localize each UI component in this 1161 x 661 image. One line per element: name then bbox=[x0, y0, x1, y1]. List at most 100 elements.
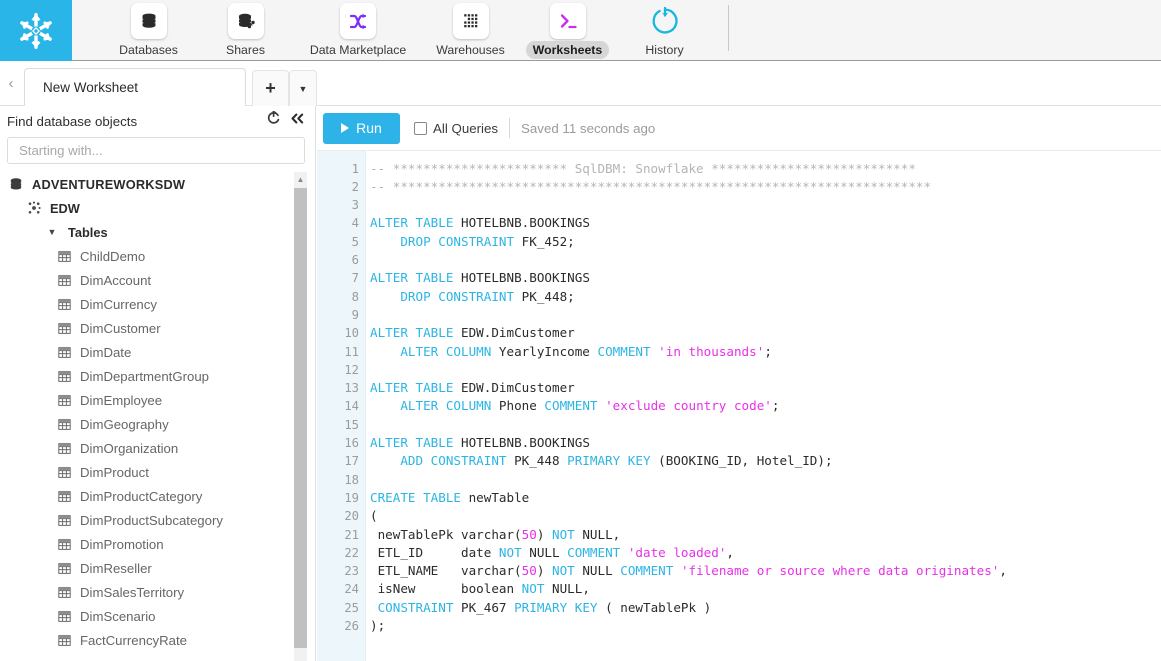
code-token: COMMENT bbox=[567, 545, 628, 560]
code-line[interactable]: ( bbox=[370, 507, 378, 525]
code-line[interactable]: CONSTRAINT PK_467 PRIMARY KEY ( newTable… bbox=[370, 599, 711, 617]
code-line[interactable]: newTablePk varchar(50) NOT NULL, bbox=[370, 526, 620, 544]
code-token: NOT bbox=[499, 545, 529, 560]
nav-item-warehouses[interactable]: Warehouses bbox=[422, 0, 519, 61]
tree-item-label: DimReseller bbox=[74, 561, 152, 576]
tree-item-dimpromotion[interactable]: DimPromotion bbox=[0, 532, 316, 556]
code-token: 'date loaded' bbox=[628, 545, 727, 560]
code-token: PRIMARY KEY bbox=[514, 600, 605, 615]
code-line[interactable]: ETL_ID date NOT NULL COMMENT 'date loade… bbox=[370, 544, 734, 562]
code-line[interactable] bbox=[370, 471, 378, 489]
scroll-up-arrow-icon[interactable]: ▲ bbox=[294, 172, 307, 186]
nav-item-shares[interactable]: Shares bbox=[197, 0, 294, 61]
tree-item-label: DimDepartmentGroup bbox=[74, 369, 209, 384]
code-line[interactable]: ); bbox=[370, 617, 385, 635]
run-button[interactable]: Run bbox=[323, 113, 400, 144]
tree-item-edw[interactable]: EDW bbox=[0, 196, 316, 220]
code-line[interactable]: ALTER TABLE HOTELBNB.BOOKINGS bbox=[370, 434, 590, 452]
tab-new-worksheet[interactable]: New Worksheet bbox=[24, 68, 246, 106]
sidebar-scrollbar[interactable]: ▲ bbox=[294, 172, 307, 661]
worksheet-menu-chevron-down-icon[interactable]: ▼ bbox=[289, 70, 317, 106]
snowflake-logo[interactable] bbox=[0, 0, 72, 61]
tree-item-dimcurrency[interactable]: DimCurrency bbox=[0, 292, 316, 316]
tree-item-dimemployee[interactable]: DimEmployee bbox=[0, 388, 316, 412]
tree-item-dimsalesterritory[interactable]: DimSalesTerritory bbox=[0, 580, 316, 604]
tree-item-tables[interactable]: ▼Tables bbox=[0, 220, 316, 244]
code-line[interactable]: ETL_NAME varchar(50) NOT NULL COMMENT 'f… bbox=[370, 562, 1007, 580]
sql-code-editor[interactable]: 1234567891011121314151617181920212223242… bbox=[317, 151, 1161, 661]
sidebar-header: Find database objects bbox=[0, 106, 315, 136]
code-token: PK_448; bbox=[522, 289, 575, 304]
tree-item-dimproductcategory[interactable]: DimProductCategory bbox=[0, 484, 316, 508]
code-token: 'in thousands' bbox=[658, 344, 764, 359]
code-line[interactable] bbox=[370, 416, 378, 434]
add-worksheet-button[interactable]: + bbox=[252, 70, 289, 106]
nav-item-worksheets[interactable]: Worksheets bbox=[519, 0, 616, 61]
code-token: , bbox=[999, 563, 1007, 578]
all-queries-label: All Queries bbox=[433, 121, 498, 136]
code-line[interactable]: ALTER COLUMN Phone COMMENT 'exclude coun… bbox=[370, 397, 779, 415]
tree-item-childdemo[interactable]: ChildDemo bbox=[0, 244, 316, 268]
tree-item-dimdepartmentgroup[interactable]: DimDepartmentGroup bbox=[0, 364, 316, 388]
code-line[interactable]: ADD CONSTRAINT PK_448 PRIMARY KEY (BOOKI… bbox=[370, 452, 833, 470]
nav-item-history[interactable]: History bbox=[616, 0, 713, 61]
line-number: 1 bbox=[317, 160, 359, 178]
collapse-sidebar-double-chevron-left-icon[interactable] bbox=[290, 112, 305, 127]
tree-item-dimorganization[interactable]: DimOrganization bbox=[0, 436, 316, 460]
database-icon bbox=[6, 177, 26, 191]
refresh-icon[interactable] bbox=[267, 111, 280, 127]
tree-item-dimdate[interactable]: DimDate bbox=[0, 340, 316, 364]
code-line[interactable] bbox=[370, 361, 378, 379]
code-line[interactable]: ALTER TABLE HOTELBNB.BOOKINGS bbox=[370, 269, 590, 287]
code-line[interactable]: ALTER TABLE EDW.DimCustomer bbox=[370, 379, 575, 397]
tree-item-label: DimCustomer bbox=[74, 321, 161, 336]
tree-item-label: DimPromotion bbox=[74, 537, 164, 552]
code-token: ; bbox=[772, 398, 780, 413]
line-number: 5 bbox=[317, 233, 359, 251]
scrollbar-thumb[interactable] bbox=[294, 188, 307, 648]
tree-item-dimaccount[interactable]: DimAccount bbox=[0, 268, 316, 292]
tab-scroll-left-chevron-left-icon[interactable]: ‹ bbox=[3, 74, 19, 92]
tree-item-dimreseller[interactable]: DimReseller bbox=[0, 556, 316, 580]
tree-item-factcurrencyrate[interactable]: FactCurrencyRate bbox=[0, 628, 316, 652]
database-search-box[interactable] bbox=[7, 137, 305, 164]
code-line[interactable] bbox=[370, 251, 378, 269]
tree-item-label: ChildDemo bbox=[74, 249, 145, 264]
code-token: COMMENT bbox=[544, 398, 605, 413]
tree-item-dimcustomer[interactable]: DimCustomer bbox=[0, 316, 316, 340]
line-number: 2 bbox=[317, 178, 359, 196]
code-line[interactable]: ALTER TABLE EDW.DimCustomer bbox=[370, 324, 575, 342]
code-token: COMMENT bbox=[620, 563, 681, 578]
line-number: 18 bbox=[317, 471, 359, 489]
code-line[interactable]: ALTER TABLE HOTELBNB.BOOKINGS bbox=[370, 214, 590, 232]
nav-item-databases[interactable]: Databases bbox=[100, 0, 197, 61]
tree-item-dimproduct[interactable]: DimProduct bbox=[0, 460, 316, 484]
code-line[interactable] bbox=[370, 306, 378, 324]
code-token: HOTELBNB.BOOKINGS bbox=[461, 435, 590, 450]
code-line[interactable]: DROP CONSTRAINT FK_452; bbox=[370, 233, 575, 251]
line-number: 20 bbox=[317, 507, 359, 525]
tab-label: New Worksheet bbox=[43, 80, 138, 95]
code-line[interactable]: isNew boolean NOT NULL, bbox=[370, 580, 590, 598]
nav-divider bbox=[728, 5, 729, 51]
checkbox-box[interactable] bbox=[414, 122, 427, 135]
tree-item-adventureworksdw[interactable]: ADVENTUREWORKSDW bbox=[0, 172, 316, 196]
nav-item-data-marketplace[interactable]: Data Marketplace bbox=[294, 0, 422, 61]
code-line[interactable] bbox=[370, 196, 378, 214]
code-line[interactable]: -- *************************************… bbox=[370, 178, 931, 196]
tree-item-dimscenario[interactable]: DimScenario bbox=[0, 604, 316, 628]
all-queries-checkbox[interactable]: All Queries bbox=[414, 121, 498, 136]
code-line[interactable]: ALTER COLUMN YearlyIncome COMMENT 'in th… bbox=[370, 343, 772, 361]
code-line[interactable]: CREATE TABLE newTable bbox=[370, 489, 529, 507]
code-token: 50 bbox=[522, 527, 537, 542]
tree-item-label: DimEmployee bbox=[74, 393, 162, 408]
line-number: 9 bbox=[317, 306, 359, 324]
tree-item-dimproductsubcategory[interactable]: DimProductSubcategory bbox=[0, 508, 316, 532]
line-number: 14 bbox=[317, 397, 359, 415]
tree-item-dimgeography[interactable]: DimGeography bbox=[0, 412, 316, 436]
code-line[interactable]: -- *********************** SqlDBM: Snowf… bbox=[370, 160, 916, 178]
search-input[interactable] bbox=[17, 142, 295, 159]
code-token: ALTER TABLE bbox=[370, 435, 461, 450]
code-line[interactable]: DROP CONSTRAINT PK_448; bbox=[370, 288, 575, 306]
table-icon bbox=[54, 466, 74, 479]
